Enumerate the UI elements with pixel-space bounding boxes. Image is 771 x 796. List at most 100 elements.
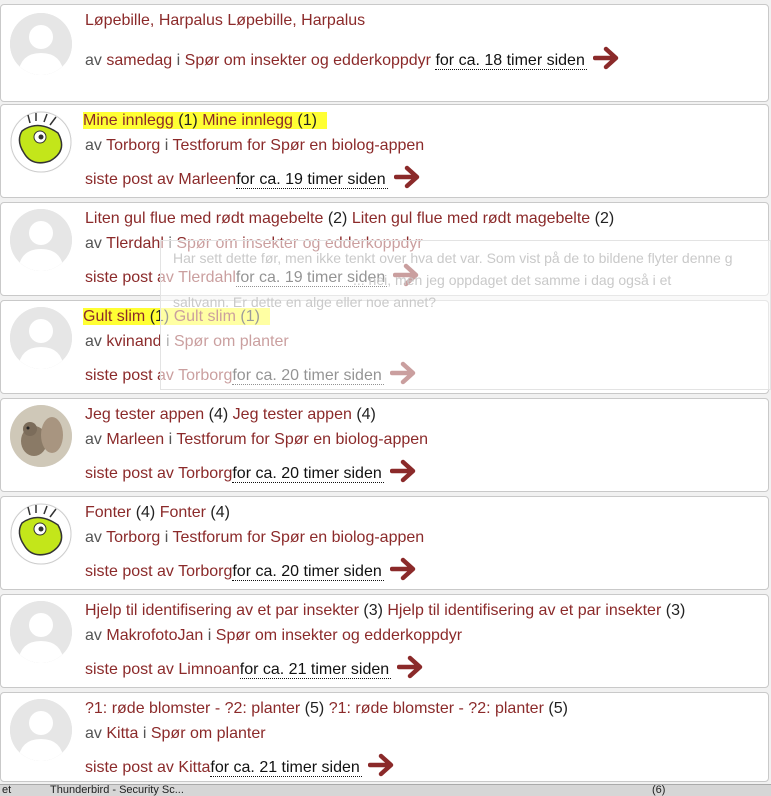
topic-title-link[interactable]: Hjelp til identifisering av et par insek… bbox=[85, 602, 359, 619]
green-creature-avatar[interactable] bbox=[10, 111, 72, 173]
author-link[interactable]: MakrofotoJan bbox=[106, 627, 203, 644]
reply-count: (1) bbox=[240, 308, 260, 325]
topic-title-link[interactable]: ?1: røde blomster - ?2: planter bbox=[85, 700, 300, 717]
author-link[interactable]: Kitta bbox=[106, 725, 138, 742]
topic-title-link[interactable]: Jeg tester appen bbox=[233, 406, 352, 423]
forum-link[interactable]: Spør om insekter og edderkoppdyr bbox=[216, 627, 462, 644]
last-post-line: siste post av Marleenfor ca. 19 timer si… bbox=[85, 165, 422, 195]
forum-link[interactable]: Spør om insekter og edderkoppdyr bbox=[176, 235, 422, 252]
by-label: av bbox=[85, 333, 102, 350]
topic-title-link[interactable]: Liten gul flue med rødt magebelte bbox=[85, 210, 323, 227]
topic-title-link[interactable]: Fonter bbox=[85, 504, 131, 521]
default-avatar[interactable] bbox=[10, 699, 72, 761]
topic-title-link[interactable]: Liten gul flue med rødt magebelte bbox=[352, 210, 590, 227]
topic-meta-line: av Marleen i Testforum for Spør en biolo… bbox=[85, 430, 428, 450]
timestamp[interactable]: for ca. 20 timer siden bbox=[232, 563, 384, 582]
topic-card[interactable]: Fonter (4) Fonter (4) av Torborg i Testfo… bbox=[0, 496, 769, 590]
topic-title-link[interactable]: Gult slim bbox=[174, 308, 236, 325]
taskbar-item[interactable]: et bbox=[2, 785, 11, 796]
topic-title-link[interactable]: ?1: røde blomster - ?2: planter bbox=[329, 700, 544, 717]
topic-title-link[interactable]: Hjelp til identifisering av et par insek… bbox=[387, 602, 661, 619]
default-avatar[interactable] bbox=[10, 13, 72, 75]
author-link[interactable]: Marleen bbox=[106, 431, 164, 448]
topic-meta-line: av Torborg i Testforum for Spør en biolo… bbox=[85, 528, 424, 548]
forum-link[interactable]: Testforum for Spør en biolog-appen bbox=[172, 137, 424, 154]
last-post-line: siste post av Limnoanfor ca. 21 timer si… bbox=[85, 655, 425, 685]
topic-card[interactable]: Liten gul flue med rødt magebelte (2) Li… bbox=[0, 202, 769, 296]
arrow-right-icon[interactable] bbox=[393, 263, 421, 293]
topic-title-link[interactable]: Løpebille, Harpalus bbox=[227, 12, 365, 29]
last-poster-link[interactable]: Kitta bbox=[178, 759, 210, 776]
squirrel-photo-avatar[interactable] bbox=[10, 405, 72, 467]
author-link[interactable]: Torborg bbox=[106, 137, 160, 154]
reply-count: (5) bbox=[548, 700, 568, 717]
last-poster-link[interactable]: Torborg bbox=[178, 367, 232, 384]
default-avatar[interactable] bbox=[10, 601, 72, 663]
timestamp[interactable]: for ca. 20 timer siden bbox=[232, 367, 384, 386]
by-label: av bbox=[85, 431, 102, 448]
timestamp[interactable]: for ca. 21 timer siden bbox=[239, 661, 392, 680]
author-link[interactable]: samedag bbox=[106, 52, 172, 69]
author-link[interactable]: Torborg bbox=[106, 529, 160, 546]
green-creature-avatar[interactable] bbox=[10, 503, 72, 565]
last-poster-link[interactable]: Torborg bbox=[178, 465, 232, 482]
reply-count: (5) bbox=[304, 700, 325, 717]
topic-title-line: Gult slim (1) Gult slim (1) bbox=[83, 307, 270, 327]
by-label: av bbox=[85, 725, 102, 742]
by-label: av bbox=[85, 137, 102, 154]
in-label: i bbox=[207, 627, 212, 644]
reply-count: (1) bbox=[297, 112, 317, 129]
topic-card[interactable]: Jeg tester appen (4) Jeg tester appen (4… bbox=[0, 398, 769, 492]
last-post-label: siste post av bbox=[85, 661, 174, 679]
arrow-right-icon[interactable] bbox=[367, 753, 396, 783]
last-post-line: siste post av Torborgfor ca. 20 timer si… bbox=[85, 459, 418, 489]
timestamp[interactable]: for ca. 18 timer siden bbox=[435, 52, 587, 71]
last-poster-link[interactable]: Tlerdahl bbox=[178, 269, 236, 286]
arrow-right-icon[interactable] bbox=[389, 557, 418, 587]
reply-count: (4) bbox=[210, 504, 230, 521]
topic-title-link[interactable]: Jeg tester appen bbox=[85, 406, 204, 423]
topic-card[interactable]: Hjelp til identifisering av et par insek… bbox=[0, 594, 769, 688]
reply-count: (2) bbox=[327, 210, 348, 227]
in-label: i bbox=[176, 52, 181, 70]
last-post-label: siste post av bbox=[85, 465, 174, 483]
author-link[interactable]: kvinand bbox=[106, 333, 161, 350]
timestamp[interactable]: for ca. 20 timer siden bbox=[232, 465, 384, 484]
author-link[interactable]: Tlerdahl bbox=[106, 235, 164, 252]
forum-link[interactable]: Testforum for Spør en biolog-appen bbox=[176, 431, 428, 448]
topic-title-line: Fonter (4) Fonter (4) bbox=[85, 503, 230, 523]
arrow-right-icon[interactable] bbox=[389, 361, 418, 391]
topic-meta-line: av kvinand i Spør om planter bbox=[85, 332, 289, 352]
topic-title-link[interactable]: Mine innlegg bbox=[83, 112, 174, 129]
topic-card[interactable]: Mine innlegg (1) Mine innlegg (1) av Torb… bbox=[0, 104, 769, 198]
topic-card[interactable]: Løpebille, Harpalus Løpebille, Harpalus a… bbox=[0, 4, 769, 102]
arrow-right-icon[interactable] bbox=[396, 655, 425, 685]
topic-card[interactable]: Gult slim (1) Gult slim (1) av kvinand i … bbox=[0, 300, 769, 394]
topic-title-link[interactable]: Mine innlegg bbox=[202, 112, 293, 129]
forum-link[interactable]: Spør om insekter og edderkoppdyr bbox=[185, 52, 431, 69]
last-poster-link[interactable]: Limnoan bbox=[178, 661, 239, 678]
reply-count: (1) bbox=[149, 308, 170, 325]
topic-meta-line: av Torborg i Testforum for Spør en biolo… bbox=[85, 136, 424, 156]
arrow-right-icon[interactable] bbox=[389, 459, 418, 489]
default-avatar[interactable] bbox=[10, 307, 72, 369]
topic-title-link[interactable]: Fonter bbox=[160, 504, 206, 521]
timestamp[interactable]: for ca. 19 timer siden bbox=[235, 269, 388, 288]
topic-card[interactable]: ?1: røde blomster - ?2: planter (5) ?1: … bbox=[0, 692, 769, 782]
forum-link[interactable]: Testforum for Spør en biolog-appen bbox=[172, 529, 424, 546]
last-poster-link[interactable]: Torborg bbox=[178, 563, 232, 580]
forum-link[interactable]: Spør om planter bbox=[174, 333, 289, 350]
default-avatar[interactable] bbox=[10, 209, 72, 271]
topic-title-link[interactable]: Gult slim bbox=[83, 308, 145, 325]
arrow-right-icon[interactable] bbox=[592, 46, 621, 76]
last-post-line: siste post av Torborgfor ca. 20 timer si… bbox=[85, 361, 418, 391]
timestamp[interactable]: for ca. 21 timer siden bbox=[210, 759, 362, 778]
topic-title-link[interactable]: Løpebille, Harpalus bbox=[85, 12, 223, 29]
taskbar-item[interactable]: Thunderbird - Security Sc... bbox=[50, 785, 184, 796]
topic-meta-line: av samedag i Spør om insekter og edderko… bbox=[85, 46, 621, 76]
forum-link[interactable]: Spør om planter bbox=[151, 725, 266, 742]
last-post-line: siste post av Tlerdahlfor ca. 19 timer s… bbox=[85, 263, 421, 293]
arrow-right-icon[interactable] bbox=[393, 165, 422, 195]
timestamp[interactable]: for ca. 19 timer siden bbox=[236, 171, 388, 190]
last-poster-link[interactable]: Marleen bbox=[178, 171, 236, 188]
